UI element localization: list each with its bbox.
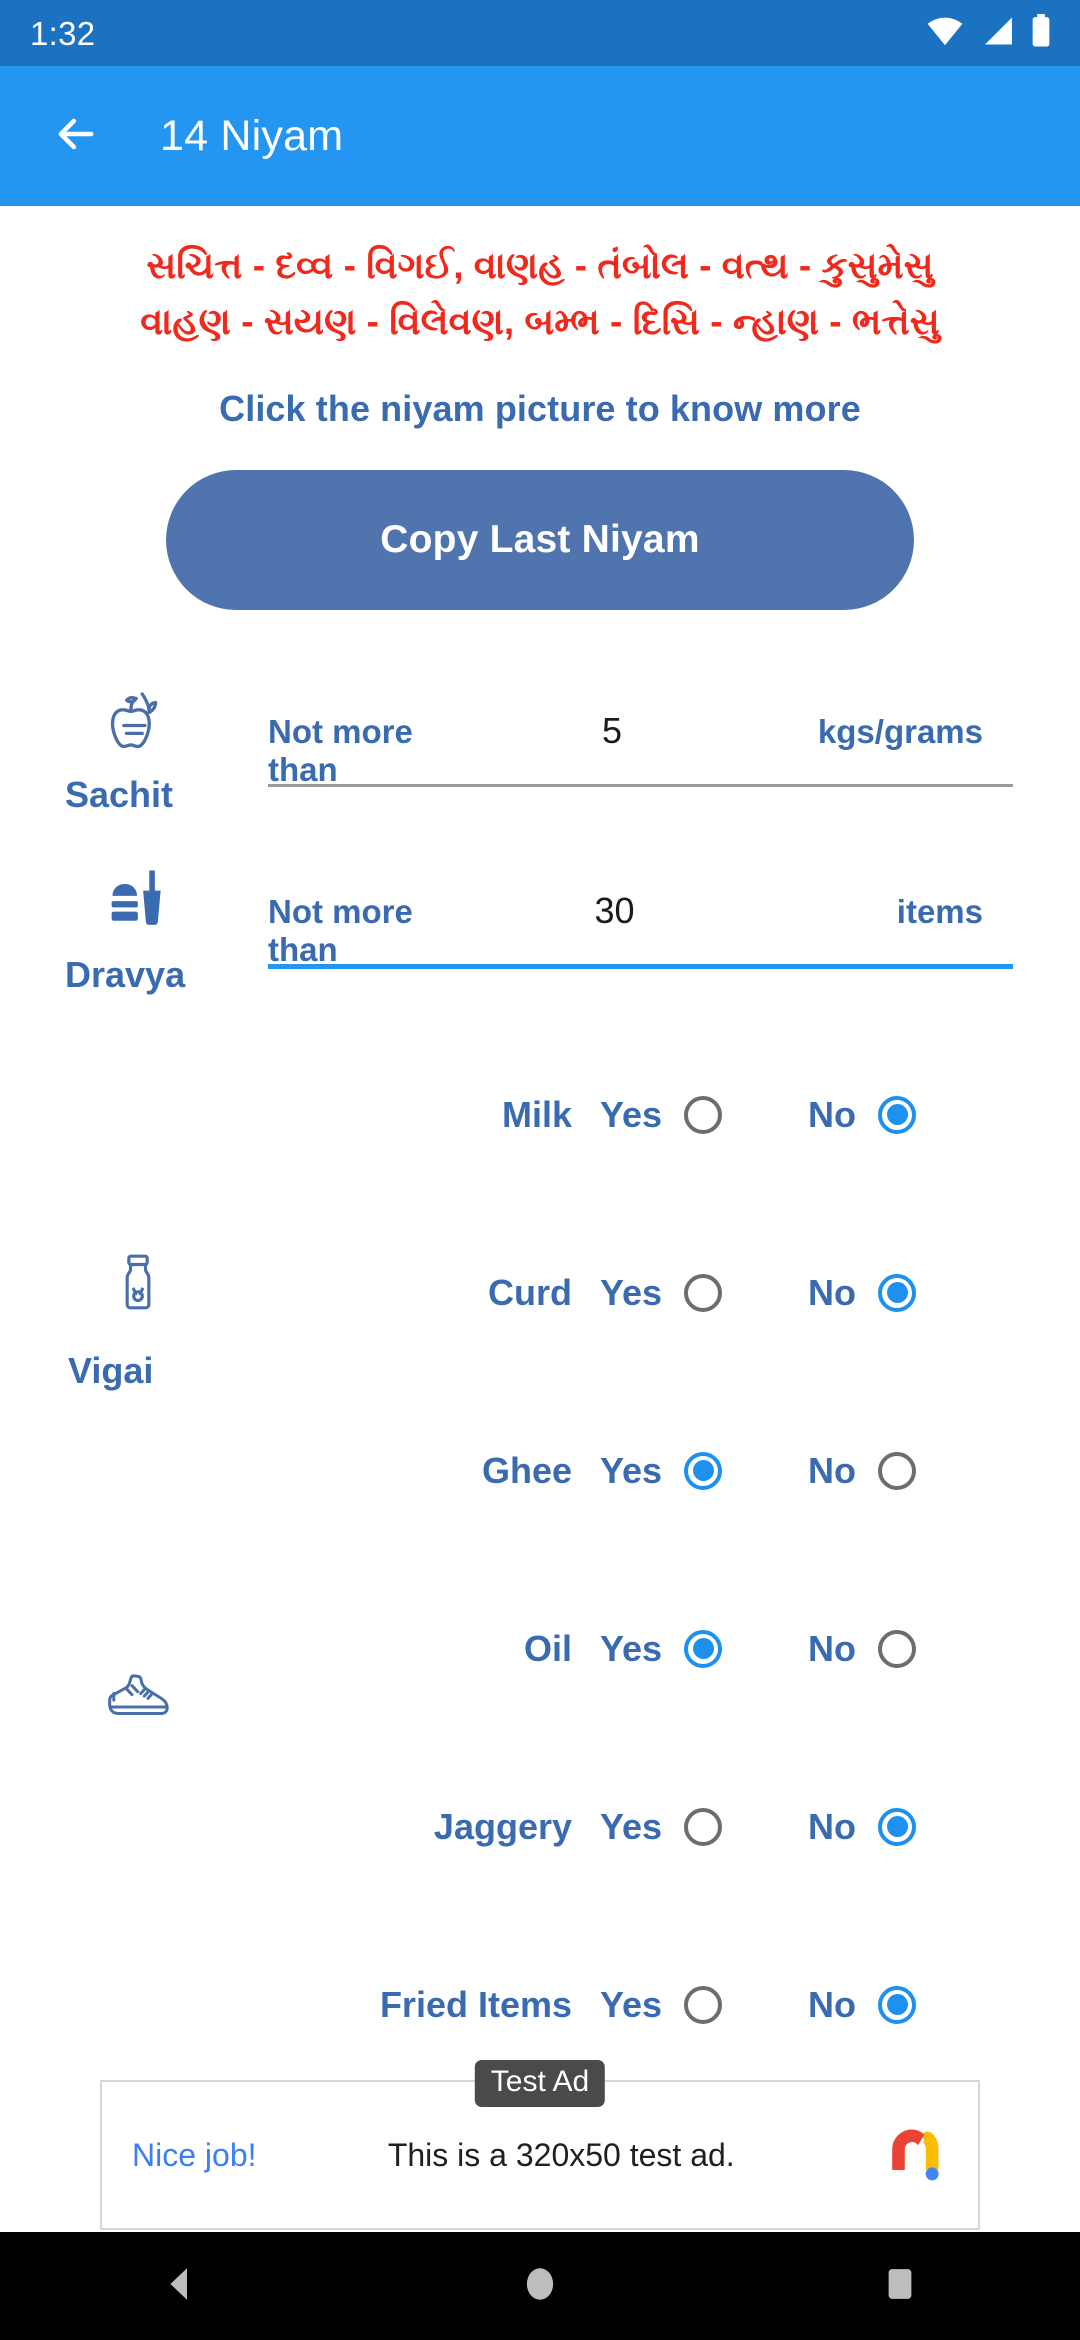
field-input-dravya[interactable]: Not more than 30 items — [268, 890, 1013, 1008]
radio-yes-text: Yes — [600, 1983, 663, 2025]
field-value-dravya[interactable]: 30 — [468, 890, 823, 932]
radio-label-ghee: Ghee — [481, 1449, 572, 1491]
status-clock: 1:32 — [30, 14, 96, 52]
nav-home-icon — [519, 2263, 561, 2310]
hint-text: Click the niyam picture to know more — [219, 388, 861, 429]
radio-no-text: No — [808, 1093, 856, 1135]
radio-button-jaggery-yes[interactable] — [684, 1807, 723, 1846]
nav-back-icon — [159, 2263, 201, 2310]
copy-last-niyam-button[interactable]: Copy Last Niyam — [166, 470, 914, 610]
back-arrow-icon — [50, 108, 102, 165]
radio-row-jaggery: Jaggery Yes No — [0, 1782, 1080, 1871]
vigai-section: Vigai Milk Yes No Curd Yes No Ghee Yes N… — [0, 1070, 1080, 2025]
shoe-icon[interactable] — [98, 1656, 178, 1736]
vanah-section — [0, 1646, 1080, 1766]
nav-recents-icon — [879, 2263, 921, 2310]
radio-curd-yes[interactable]: Yes — [600, 1271, 723, 1314]
cellular-signal-icon — [980, 16, 1014, 51]
radio-yes-text: Yes — [600, 1805, 663, 1847]
niyam-verse: સચિત્ત - દવ્વ - વિગઈ, વાણહ - તંબોલ - વત્… — [0, 206, 1080, 350]
radio-fried-items-yes[interactable]: Yes — [600, 1983, 723, 2026]
radio-button-curd-no[interactable] — [878, 1273, 916, 1312]
field-prefix-sachit: Not more than — [268, 713, 413, 788]
field-value-sachit[interactable]: 5 — [468, 710, 818, 752]
radio-fried-items-no[interactable]: No — [808, 1984, 916, 2026]
ad-body-text: This is a 320x50 test ad. — [387, 2136, 735, 2173]
vigai-group-label: Vigai — [68, 1350, 154, 1391]
radio-yes-text: Yes — [600, 1271, 663, 1313]
field-prefix-dravya: Not more than — [268, 893, 413, 968]
radio-yes-text: Yes — [600, 1093, 663, 1135]
main-content: સચિત્ત - દવ્વ - વિગઈ, વાણહ - તંબોલ - વત્… — [0, 206, 1080, 2025]
radio-button-milk-no[interactable] — [878, 1095, 916, 1134]
radio-no-text: No — [808, 1805, 856, 1847]
field-input-sachit[interactable]: Not more than 5 kgs/grams — [268, 710, 1013, 828]
back-button[interactable] — [28, 88, 124, 184]
android-nav-bar — [0, 2232, 1080, 2340]
radio-curd-no[interactable]: No — [808, 1272, 916, 1314]
admob-logo-icon — [876, 2119, 948, 2191]
radio-label-curd: Curd — [488, 1271, 572, 1313]
nav-home-button[interactable] — [470, 2232, 610, 2340]
wifi-icon — [926, 16, 964, 51]
food-drink-icon[interactable] — [95, 860, 179, 944]
apple-fruit-icon[interactable] — [95, 680, 179, 764]
radio-no-text: No — [808, 1983, 856, 2025]
radio-button-ghee-no[interactable] — [878, 1451, 916, 1490]
radio-button-milk-yes[interactable] — [684, 1095, 723, 1134]
battery-icon — [1030, 13, 1052, 53]
field-unit-sachit: kgs/grams — [817, 713, 983, 750]
radio-button-fried-items-yes[interactable] — [684, 1985, 723, 2024]
verse-line-1: સચિત્ત - દવ્વ - વિગઈ, વાણહ - તંબોલ - વત્… — [146, 245, 934, 286]
radio-row-curd: Curd Yes No — [0, 1248, 1080, 1337]
field-row-sachit: Sachit Not more than 5 kgs/grams — [0, 662, 1080, 842]
ad-cta-text[interactable]: Nice job! — [132, 2137, 257, 2174]
verse-line-2: વાહણ - સયણ - વિલેવણ, બમ્ભ - દિસિ - ન્હાણ… — [140, 301, 940, 342]
page-title: 14 Niyam — [160, 111, 344, 160]
ad-banner[interactable]: Test Ad Nice job! This is a 320x50 test … — [100, 2060, 980, 2230]
radio-no-text: No — [808, 1271, 856, 1313]
app-bar: 14 Niyam — [0, 66, 1080, 206]
status-bar: 1:32 — [0, 0, 1080, 66]
radio-button-curd-yes[interactable] — [684, 1273, 723, 1312]
radio-milk-no[interactable]: No — [808, 1094, 916, 1136]
radio-jaggery-yes[interactable]: Yes — [600, 1805, 723, 1848]
radio-label-fried-items: Fried Items — [379, 1983, 572, 2025]
radio-row-fried-items: Fried Items Yes No — [0, 1960, 1080, 2049]
field-label-sachit: Sachit — [65, 774, 174, 815]
nav-recents-button[interactable] — [830, 2232, 970, 2340]
radio-label-jaggery: Jaggery — [433, 1805, 572, 1847]
field-label-dravya: Dravya — [65, 954, 186, 995]
app-screen: 1:32 14 Niyam સચિત્ત - દવ્વ - વિગઈ, વાણહ… — [0, 0, 1080, 2340]
radio-ghee-no[interactable]: No — [808, 1450, 916, 1492]
radio-button-jaggery-no[interactable] — [878, 1807, 916, 1846]
radio-jaggery-no[interactable]: No — [808, 1806, 916, 1848]
nav-back-button[interactable] — [110, 2232, 250, 2340]
ad-test-badge: Test Ad — [474, 2060, 606, 2107]
radio-ghee-yes[interactable]: Yes — [600, 1449, 723, 1492]
status-icons — [926, 13, 1052, 53]
radio-row-ghee: Ghee Yes No — [0, 1426, 1080, 1515]
field-unit-dravya: items — [896, 893, 983, 930]
radio-milk-yes[interactable]: Yes — [600, 1093, 723, 1136]
copy-button-container: Copy Last Niyam — [0, 470, 1080, 610]
field-row-dravya: Dravya Not more than 30 items — [0, 842, 1080, 1022]
radio-yes-text: Yes — [600, 1449, 663, 1491]
radio-no-text: No — [808, 1449, 856, 1491]
radio-button-fried-items-no[interactable] — [878, 1985, 916, 2024]
radio-row-milk: Milk Yes No — [0, 1070, 1080, 1159]
radio-label-milk: Milk — [501, 1093, 572, 1135]
radio-button-ghee-yes[interactable] — [684, 1451, 723, 1490]
